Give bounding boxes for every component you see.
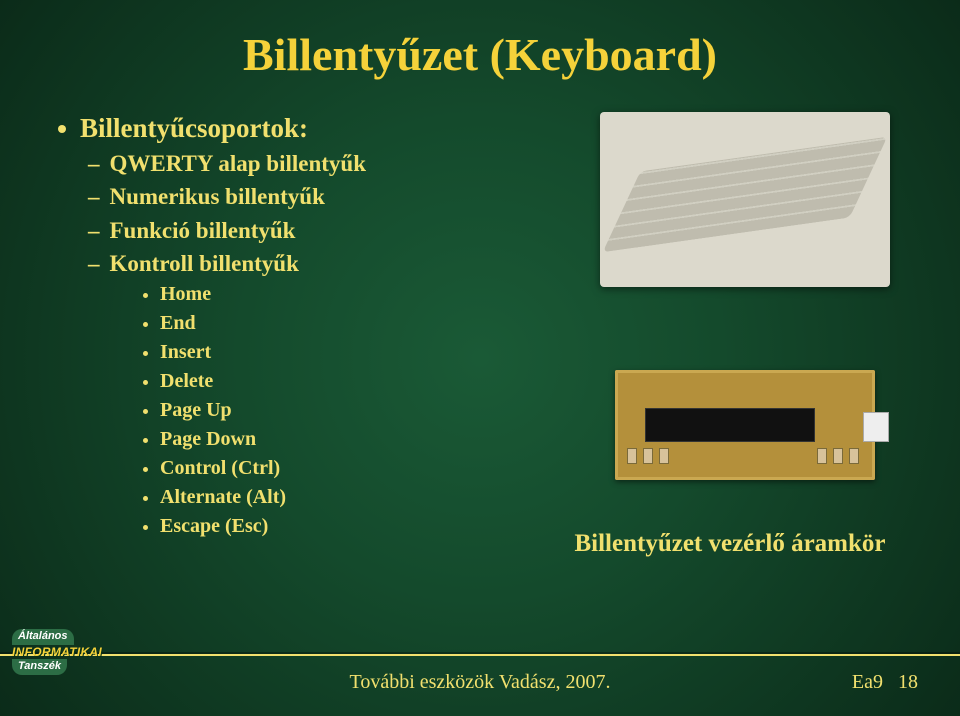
bullet-level2: – QWERTY alap billentyűk	[88, 148, 488, 179]
bullet-text: Page Down	[160, 426, 256, 453]
bullet-level2: – Numerikus billentyűk	[88, 181, 488, 212]
bullet-level1: Billentyűcsoportok:	[58, 110, 488, 146]
bullet-text: QWERTY alap billentyűk	[110, 148, 367, 179]
bullet-text: Delete	[160, 368, 213, 395]
slide-title: Billentyűzet (Keyboard)	[0, 28, 960, 81]
pcb-image	[585, 340, 905, 510]
resistor-icon	[643, 448, 653, 464]
bullet-icon	[143, 409, 148, 414]
bullet-icon	[143, 322, 148, 327]
bullet-icon	[143, 380, 148, 385]
bullet-icon	[143, 496, 148, 501]
resistor-icon	[833, 448, 843, 464]
bullet-text: Escape (Esc)	[160, 513, 268, 540]
bullet-level3: Home	[143, 281, 488, 308]
bullet-text: Alternate (Alt)	[160, 484, 286, 511]
bullet-level3: Insert	[143, 339, 488, 366]
bullet-icon	[143, 467, 148, 472]
logo-line2: INFORMATIKAI	[12, 646, 142, 659]
resistor-icon	[849, 448, 859, 464]
bullet-text: Funkció billentyűk	[110, 215, 296, 246]
dash-icon: –	[88, 148, 100, 179]
bullet-level2: – Funkció billentyűk	[88, 215, 488, 246]
dash-icon: –	[88, 248, 100, 279]
slide: Billentyűzet (Keyboard) Billentyűcsoport…	[0, 0, 960, 716]
bullet-text: Billentyűcsoportok:	[80, 110, 308, 146]
bullet-level3: Control (Ctrl)	[143, 455, 488, 482]
bullet-level3: End	[143, 310, 488, 337]
bullet-text: Insert	[160, 339, 211, 366]
page-label: Ea9	[852, 671, 883, 693]
logo-line3: Tanszék	[12, 659, 67, 675]
bullet-level3: Page Down	[143, 426, 488, 453]
page-no: 18	[898, 671, 918, 693]
logo-line1: Általános	[12, 629, 74, 645]
bullet-icon	[143, 525, 148, 530]
content-body: Billentyűcsoportok: – QWERTY alap billen…	[58, 110, 488, 542]
resistor-icon	[627, 448, 637, 464]
dash-icon: –	[88, 181, 100, 212]
bullet-text: Control (Ctrl)	[160, 455, 280, 482]
connector-icon	[863, 412, 889, 442]
resistor-icon	[817, 448, 827, 464]
chip-icon	[645, 408, 815, 442]
keyboard-image	[600, 112, 890, 287]
bullet-level3: Page Up	[143, 397, 488, 424]
bullet-text: Home	[160, 281, 211, 308]
bullet-text: End	[160, 310, 196, 337]
footer-text: További eszközök Vadász, 2007.	[0, 671, 960, 694]
bullet-icon	[58, 125, 66, 133]
dash-icon: –	[88, 215, 100, 246]
footer-divider	[0, 654, 960, 656]
bullet-text: Page Up	[160, 397, 232, 424]
bullet-level3: Alternate (Alt)	[143, 484, 488, 511]
bullet-level3: Delete	[143, 368, 488, 395]
pcb-board-icon	[615, 370, 875, 480]
bullet-icon	[143, 351, 148, 356]
bullet-icon	[143, 438, 148, 443]
resistor-icon	[659, 448, 669, 464]
bullet-level2: – Kontroll billentyűk	[88, 248, 488, 279]
department-logo: Általános INFORMATIKAI Tanszék	[12, 629, 142, 704]
page-number: Ea9 18	[852, 671, 918, 694]
bullet-text: Numerikus billentyűk	[110, 181, 325, 212]
image-caption: Billentyűzet vezérlő áramkör	[560, 530, 900, 558]
bullet-text: Kontroll billentyűk	[110, 248, 299, 279]
bullet-icon	[143, 293, 148, 298]
bullet-level3: Escape (Esc)	[143, 513, 488, 540]
